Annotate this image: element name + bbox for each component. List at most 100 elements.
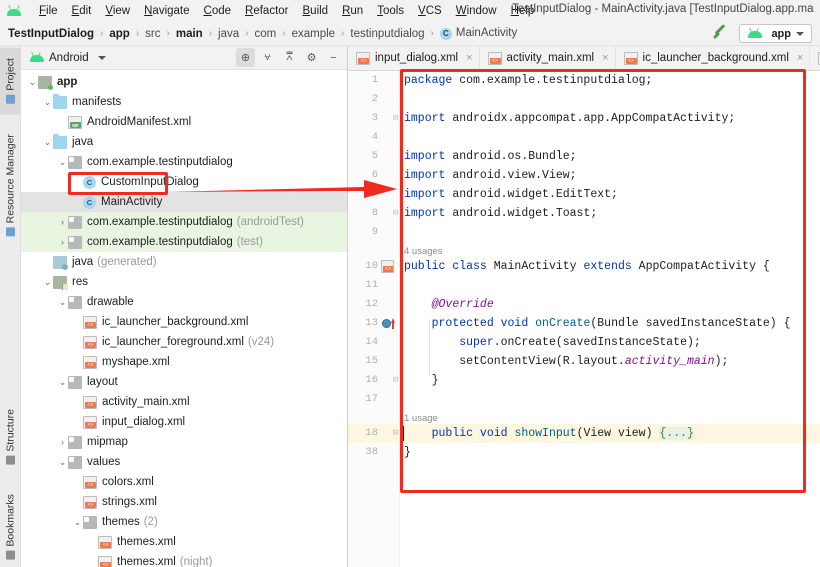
breadcrumb-item-app[interactable]: app	[107, 28, 131, 40]
class-badge-icon: C	[439, 28, 452, 40]
tree-item-activity-main-xml[interactable]: activity_main.xml	[21, 392, 347, 412]
tree-item-res[interactable]: ⌄ res	[21, 272, 347, 292]
tree-item-values[interactable]: ⌄ values	[21, 452, 347, 472]
editor-tab-ic-launcher-background-xml[interactable]: ic_launcher_background.xml ×	[616, 46, 811, 70]
hide-icon[interactable]: −	[324, 48, 343, 67]
tool-window-rail: Project Resource Manager Structure Bookmar…	[0, 46, 21, 567]
override-gutter-icon[interactable]	[382, 318, 396, 330]
tree-item-custominputdialog[interactable]: CustomInputDialog	[21, 172, 347, 192]
tree-item-mainactivity[interactable]: MainActivity	[21, 192, 347, 212]
breadcrumb-item-testinputdialog[interactable]: testinputdialog	[348, 28, 426, 40]
tree-item-drawable[interactable]: ⌄ drawable	[21, 292, 347, 312]
menu-item-edit[interactable]: Edit	[65, 4, 99, 18]
settings-gear-icon[interactable]: ⚙	[302, 48, 321, 67]
fold-marker-icon[interactable]: ⊟	[393, 113, 398, 124]
tree-item-java[interactable]: ⌄ java	[21, 132, 347, 152]
editor-tab-input-dialog-xml[interactable]: input_dialog.xml ×	[348, 46, 480, 70]
tree-item-manifests[interactable]: ⌄ manifests	[21, 92, 347, 112]
menu-item-refactor[interactable]: Refactor	[238, 4, 295, 18]
rail-button-project[interactable]: Project	[0, 48, 21, 115]
chevron-down-icon[interactable]: ⌄	[57, 152, 68, 172]
chevron-down-icon[interactable]: ⌄	[42, 92, 53, 112]
editor-tab-label: activity_main.xml	[506, 52, 595, 64]
tree-item-qualifier: (night)	[179, 556, 213, 567]
hammer-icon[interactable]	[711, 23, 729, 43]
menu-item-window[interactable]: Window	[449, 4, 504, 18]
editor-tab-bar: input_dialog.xml×activity_main.xml×ic_la…	[348, 46, 820, 71]
tree-item-app[interactable]: ⌄ app	[21, 72, 347, 92]
chevron-down-icon[interactable]: ⌄	[42, 132, 53, 152]
select-opened-file-icon[interactable]: ⊕	[236, 48, 255, 67]
rail-button-structure[interactable]: Structure	[0, 397, 21, 477]
menu-item-run[interactable]: Run	[335, 4, 370, 18]
menu-item-tools[interactable]: Tools	[370, 4, 411, 18]
collapse-all-icon[interactable]: ⩞	[280, 48, 299, 67]
folder-res-icon	[53, 275, 68, 290]
tree-item-ic-launcher-foreground-xml[interactable]: ic_launcher_foreground.xml(v24)	[21, 332, 347, 352]
tree-item-java[interactable]: java (generated)	[21, 252, 347, 272]
code-line-12: 12 @Override	[348, 295, 820, 314]
line-number: 6	[371, 169, 378, 181]
line-number: 16	[365, 374, 378, 386]
breadcrumb-item-com[interactable]: com	[253, 28, 279, 40]
editor-tab-overflow[interactable]	[810, 46, 820, 70]
close-icon[interactable]: ×	[463, 52, 472, 64]
chevron-right-icon[interactable]: ›	[57, 232, 68, 252]
code-editor[interactable]: 1 package com.example.testinputdialog; 2 3 ⊟…	[348, 71, 820, 567]
chevron-right-icon[interactable]: ›	[57, 432, 68, 452]
tree-item-androidmanifest-xml[interactable]: AndroidManifest.xml	[21, 112, 347, 132]
breadcrumb-item-mainactivity[interactable]: C MainActivity	[438, 27, 519, 40]
chevron-down-icon[interactable]	[97, 55, 106, 60]
menu-item-file[interactable]: File	[32, 4, 65, 18]
tree-item-themes-xml[interactable]: themes.xml	[21, 532, 347, 552]
tree-item-themes-xml[interactable]: themes.xml(night)	[21, 552, 347, 567]
breadcrumb-item-main[interactable]: main	[174, 28, 205, 40]
expand-all-icon[interactable]: ⩝	[258, 48, 277, 67]
rail-button-bookmarks[interactable]: Bookmarks	[0, 487, 21, 567]
tree-item-mipmap[interactable]: › mipmap	[21, 432, 347, 452]
editor-tab-activity-main-xml[interactable]: activity_main.xml ×	[480, 46, 616, 70]
chevron-down-icon[interactable]: ⌄	[72, 512, 83, 532]
chevron-down-icon[interactable]: ⌄	[42, 272, 53, 292]
menu-item-vcs[interactable]: VCS	[411, 4, 449, 18]
chevron-down-icon[interactable]	[796, 31, 804, 36]
fold-marker-icon[interactable]: ⊟	[393, 208, 398, 219]
tree-item-com-example-testinputdialog[interactable]: ⌄ com.example.testinputdialog	[21, 152, 347, 172]
breadcrumb-item-testinputdialog[interactable]: TestInputDialog	[6, 28, 96, 40]
chevron-right-icon[interactable]: ›	[57, 212, 68, 232]
tree-item-myshape-xml[interactable]: myshape.xml	[21, 352, 347, 372]
breadcrumb-item-src[interactable]: src	[143, 28, 162, 40]
run-configuration-selector[interactable]: app	[739, 24, 812, 43]
tree-item-colors-xml[interactable]: colors.xml	[21, 472, 347, 492]
tree-item-com-example-testinputdialog[interactable]: › com.example.testinputdialog (androidTest…	[21, 212, 347, 232]
code-text: setContentView(R.layout.activity_main);	[404, 355, 729, 368]
tree-item-com-example-testinputdialog[interactable]: › com.example.testinputdialog (test)	[21, 232, 347, 252]
xml-gutter-icon[interactable]	[381, 260, 394, 273]
rail-button-resource-manager[interactable]: Resource Manager	[0, 123, 21, 247]
close-icon[interactable]: ×	[599, 52, 608, 64]
line-number: 9	[371, 226, 378, 238]
menu-item-code[interactable]: Code	[197, 4, 239, 18]
menu-item-build[interactable]: Build	[296, 4, 336, 18]
breadcrumb-item-java[interactable]: java	[216, 28, 241, 40]
tree-item-ic-launcher-background-xml[interactable]: ic_launcher_background.xml	[21, 312, 347, 332]
tree-item-strings-xml[interactable]: strings.xml	[21, 492, 347, 512]
breadcrumb-item-example[interactable]: example	[290, 28, 337, 40]
project-tree[interactable]: ⌄ app ⌄ manifests AndroidManifest.xml ⌄ java ⌄ c…	[21, 70, 347, 567]
menu-item-navigate[interactable]: Navigate	[137, 4, 196, 18]
close-icon[interactable]: ×	[794, 52, 803, 64]
chevron-down-icon[interactable]: ⌄	[57, 292, 68, 312]
tree-item-layout[interactable]: ⌄ layout	[21, 372, 347, 392]
fold-marker-icon[interactable]: ⊟	[393, 375, 398, 386]
tree-item-themes[interactable]: ⌄ themes (2)	[21, 512, 347, 532]
resource-manager-icon	[6, 227, 15, 237]
project-tool-window: Android ⊕⩝⩞⚙− ⌄ app ⌄ manifests AndroidManif…	[21, 46, 348, 567]
fold-marker-icon[interactable]: ⊟	[393, 428, 398, 439]
tree-item-input-dialog-xml[interactable]: input_dialog.xml	[21, 412, 347, 432]
chevron-down-icon[interactable]: ⌄	[57, 452, 68, 472]
xmlfile-icon	[98, 555, 112, 567]
chevron-down-icon[interactable]: ⌄	[27, 72, 38, 92]
code-line-1: 1 package com.example.testinputdialog;	[348, 71, 820, 90]
chevron-down-icon[interactable]: ⌄	[57, 372, 68, 392]
menu-item-view[interactable]: View	[98, 4, 137, 18]
